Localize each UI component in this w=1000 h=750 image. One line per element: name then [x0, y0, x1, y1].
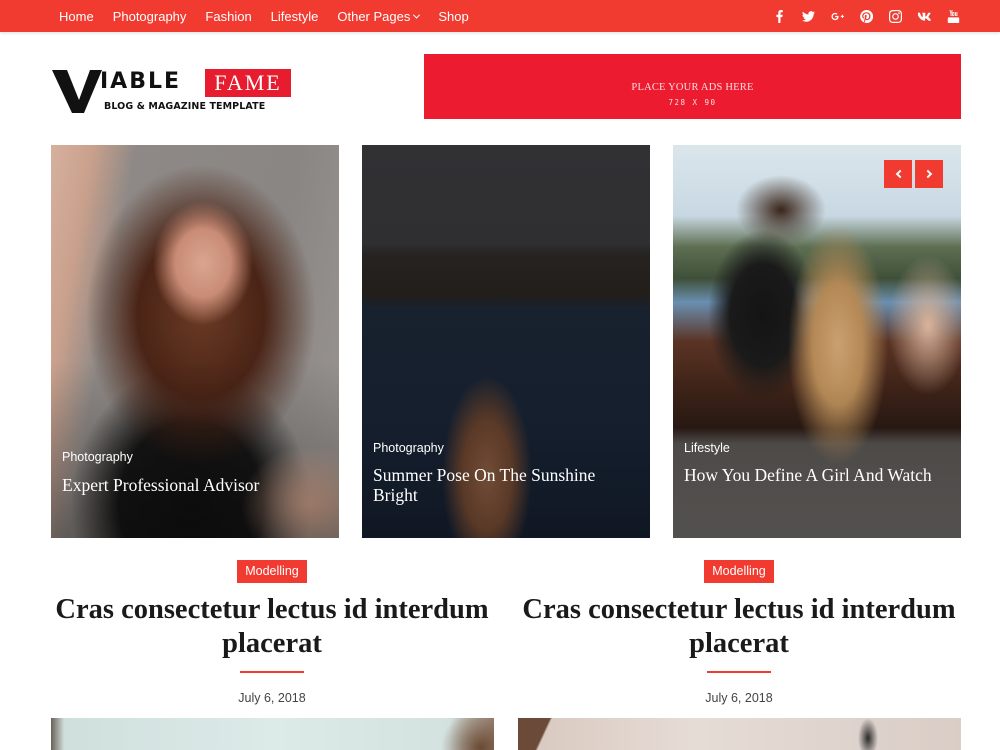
card-title[interactable]: Expert Professional Advisor	[62, 475, 325, 495]
vk-icon[interactable]	[917, 9, 931, 23]
slider-next-button[interactable]	[915, 160, 943, 188]
google-plus-icon[interactable]	[830, 9, 844, 23]
slider-controls	[884, 160, 946, 188]
nav-label: Shop	[438, 8, 469, 24]
nav-item-fashion[interactable]: Fashion	[205, 9, 251, 24]
slider-card[interactable]: Photography Summer Pose On The Sunshine …	[362, 145, 650, 538]
youtube-icon[interactable]	[946, 9, 960, 23]
chevron-down-icon	[413, 11, 421, 19]
top-navigation-bar: Home Photography Fashion Lifestyle Other…	[0, 0, 1000, 32]
site-logo[interactable]: IABLE FAME BLOG & MAGAZINE TEMPLATE	[52, 68, 292, 116]
pinterest-icon[interactable]	[859, 9, 873, 23]
card-title[interactable]: How You Define A Girl And Watch	[684, 465, 947, 485]
title-divider	[240, 671, 304, 673]
nav-label: Photography	[112, 8, 187, 24]
post-card: Modelling Cras consectetur lectus id int…	[509, 560, 969, 705]
logo-v-mark	[52, 68, 102, 114]
logo-tagline: BLOG & MAGAZINE TEMPLATE	[104, 101, 266, 112]
social-links	[757, 0, 960, 32]
slider-card[interactable]: Photography Expert Professional Advisor	[51, 145, 339, 538]
main-menu: Home Photography Fashion Lifestyle Other…	[59, 0, 488, 32]
nav-item-photography[interactable]: Photography	[113, 9, 187, 24]
post-title[interactable]: Cras consectetur lectus id interdum plac…	[42, 593, 502, 661]
facebook-icon[interactable]	[772, 9, 786, 23]
chevron-left-icon	[895, 169, 904, 179]
logo-badge: FAME	[205, 69, 291, 97]
slider-card[interactable]: Lifestyle How You Define A Girl And Watc…	[673, 145, 961, 538]
nav-item-other-pages[interactable]: Other Pages	[337, 8, 421, 24]
title-divider	[707, 671, 771, 673]
nav-label: Home	[59, 8, 94, 24]
twitter-icon[interactable]	[801, 9, 815, 23]
post-card: Modelling Cras consectetur lectus id int…	[42, 560, 502, 705]
post-date: July 6, 2018	[238, 691, 306, 705]
nav-label: Other Pages	[337, 8, 411, 24]
logo-wordmark: IABLE	[100, 69, 182, 94]
post-title[interactable]: Cras consectetur lectus id interdum plac…	[509, 593, 969, 661]
post-thumbnail[interactable]	[518, 718, 961, 750]
card-title[interactable]: Summer Pose On The Sunshine Bright	[373, 465, 636, 505]
card-category[interactable]: Photography	[62, 450, 133, 464]
nav-item-lifestyle[interactable]: Lifestyle	[271, 9, 319, 24]
nav-item-home[interactable]: Home	[59, 9, 94, 24]
post-category-badge[interactable]: Modelling	[237, 560, 307, 583]
ad-banner[interactable]: PLACE YOUR ADS HERE 728 X 90	[424, 54, 961, 119]
instagram-icon[interactable]	[888, 9, 902, 23]
chevron-right-icon	[923, 169, 932, 179]
post-date: July 6, 2018	[705, 691, 773, 705]
post-category-badge[interactable]: Modelling	[704, 560, 774, 583]
ad-title: PLACE YOUR ADS HERE	[631, 82, 754, 93]
ad-size: 728 X 90	[668, 98, 717, 107]
nav-item-shop[interactable]: Shop	[438, 9, 468, 24]
card-category[interactable]: Photography	[373, 441, 444, 455]
nav-label: Lifestyle	[270, 8, 319, 24]
card-category[interactable]: Lifestyle	[684, 441, 730, 455]
slider-prev-button[interactable]	[884, 160, 912, 188]
post-thumbnail[interactable]	[51, 718, 494, 750]
nav-label: Fashion	[205, 8, 252, 24]
